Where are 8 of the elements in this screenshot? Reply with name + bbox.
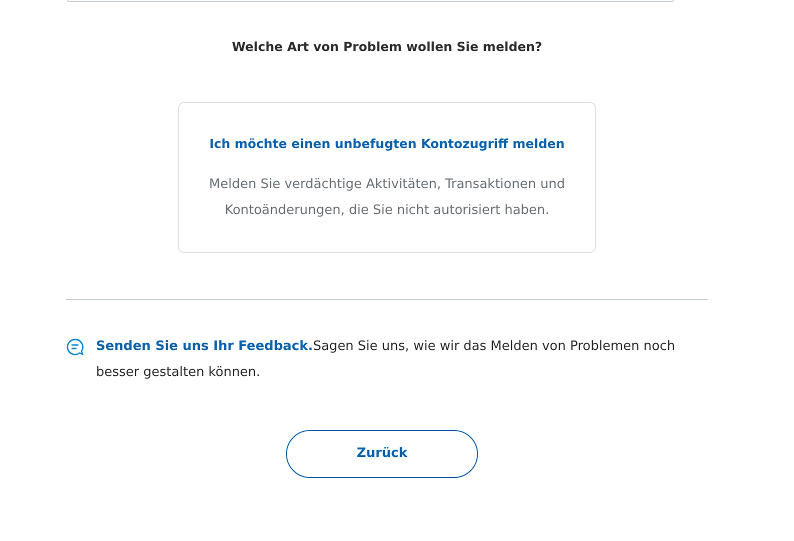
option-card[interactable]: Ich möchte einen unbefugten Kontozugriff melden Melden Sie verdächtige Aktivitäten, Transaktionen und Kontoänderungen, die Sie nicht autorisiert haben. bbox=[178, 102, 596, 252]
option-title: Ich möchte einen unbefugten Kontozugriff melden bbox=[208, 134, 566, 153]
chat-bubble-icon bbox=[66, 338, 84, 356]
feedback-sentence: Senden Sie uns Ihr Feedback.Sagen Sie uns, wie wir das Melden von Problemen noch besser gestalten können. bbox=[96, 338, 676, 382]
back-button[interactable]: Zurück bbox=[286, 430, 478, 478]
question-heading: Welche Art von Problem wollen Sie melden? bbox=[230, 38, 544, 56]
option-description: Melden Sie verdächtige Aktivitäten, Transaktionen und Kontoänderungen, die Sie nicht autorisiert haben. bbox=[208, 176, 566, 220]
feedback-link[interactable]: Senden Sie uns Ihr Feedback. bbox=[96, 338, 313, 354]
